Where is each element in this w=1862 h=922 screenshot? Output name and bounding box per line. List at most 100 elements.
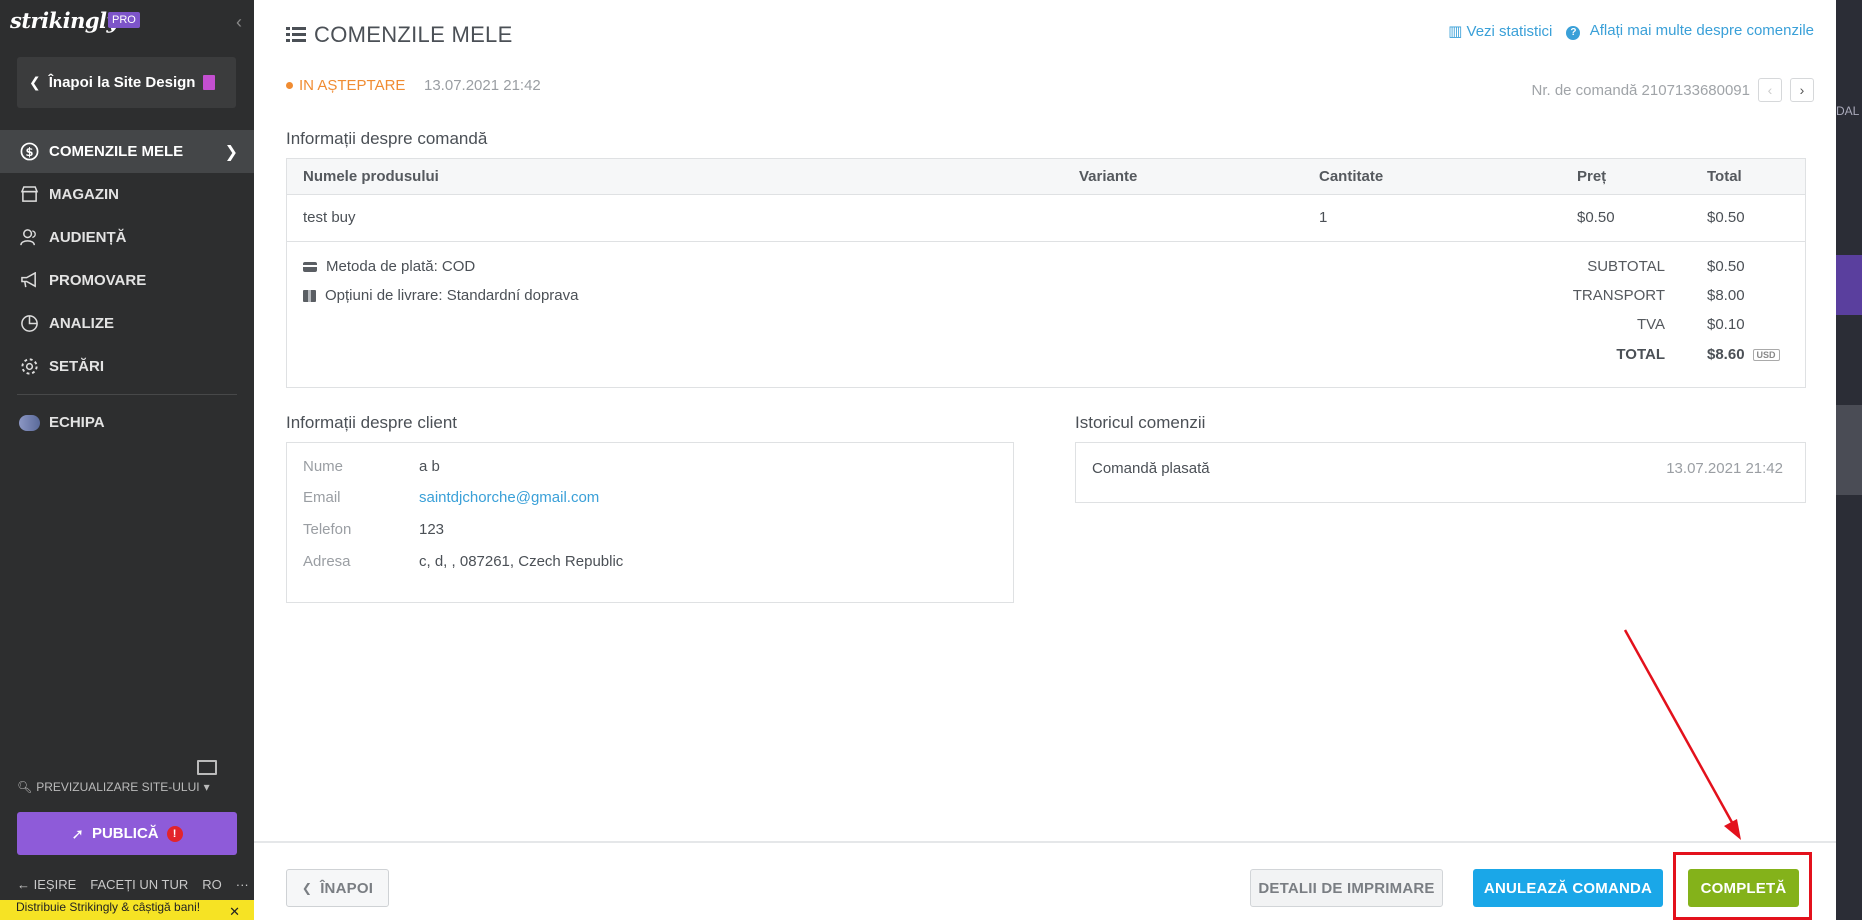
referral-promo-bar[interactable]: Distribuie Strikingly & câștigă bani! ✕ xyxy=(0,900,254,920)
order-history-card: Comandă plasată 13.07.2021 21:42 xyxy=(1075,442,1806,503)
collapse-sidebar-icon[interactable]: ‹ xyxy=(236,12,242,33)
background-band xyxy=(1836,255,1862,315)
sidebar-item-orders[interactable]: $ COMENZILE MELE ❯ xyxy=(0,130,254,173)
transport-label: TRANSPORT xyxy=(1572,287,1665,304)
sidebar-item-label: AUDIENȚĂ xyxy=(49,229,127,246)
language-selector[interactable]: RO xyxy=(202,877,222,892)
email-link[interactable]: saintdjchorche@gmail.com xyxy=(419,489,599,506)
search-icon: 🔍︎ xyxy=(17,780,33,794)
background-text: DAL xyxy=(1836,104,1860,118)
more-menu-icon[interactable]: ··· xyxy=(236,877,249,892)
pie-chart-icon xyxy=(19,313,40,334)
back-button[interactable]: ❮ ÎNAPOI xyxy=(286,869,389,907)
order-history-title: Istoricul comenzii xyxy=(1075,413,1206,432)
client-info-title: Informații despre client xyxy=(286,413,458,432)
back-to-site-design-button[interactable]: ❮ Înapoi la Site Design xyxy=(17,57,236,108)
client-field-address: Adresa c, d, , 087261, Czech Republic xyxy=(303,553,623,570)
currency-badge: USD xyxy=(1752,349,1780,362)
learn-more-label: Aflați mai multe despre comenzile xyxy=(1589,22,1814,40)
sidebar-item-audience[interactable]: AUDIENȚĂ xyxy=(0,216,254,259)
tax-label: TVA xyxy=(1636,316,1665,333)
sidebar-divider xyxy=(17,394,237,395)
print-details-button[interactable]: DETALII DE IMPRIMARE xyxy=(1250,869,1443,907)
sidebar-item-promotion[interactable]: PROMOVARE xyxy=(0,259,254,302)
table-header: Numele produsului Variante Cantitate Pre… xyxy=(287,159,1805,195)
order-summary: Metoda de plată: COD Opțiuni de livrare:… xyxy=(287,242,1805,388)
product-quantity: 1 xyxy=(1319,209,1328,226)
action-bar: ❮ ÎNAPOI DETALII DE IMPRIMARE ANULEAZĂ C… xyxy=(254,841,1836,922)
next-order-button[interactable]: › xyxy=(1790,78,1814,102)
gear-icon xyxy=(19,356,40,377)
field-label: Adresa xyxy=(303,553,351,570)
back-to-site-design-label: Înapoi la Site Design xyxy=(48,74,196,91)
view-statistics-label: Vezi statistici xyxy=(1466,23,1553,40)
learn-more-link[interactable]: ? Aflați mai multe despre comenzile xyxy=(1566,22,1814,40)
desktop-preview-icon[interactable] xyxy=(197,760,217,775)
sidebar-item-label: ECHIPA xyxy=(49,414,105,431)
order-number-nav: Nr. de comandă 2107133680091 ‹ › xyxy=(1531,78,1814,102)
order-date: 13.07.2021 21:42 xyxy=(424,77,541,94)
promo-text: Distribuie Strikingly & câștigă bani! xyxy=(16,900,201,914)
publish-button[interactable]: ➚ PUBLICĂ ! xyxy=(17,812,237,855)
page-title-text: COMENZILE MELE xyxy=(314,22,513,47)
cancel-order-button[interactable]: ANULEAZĂ COMANDA xyxy=(1473,869,1663,907)
previous-order-button[interactable]: ‹ xyxy=(1758,78,1782,102)
field-label: Email xyxy=(303,489,341,506)
product-price: $0.50 xyxy=(1577,209,1615,226)
strikingly-logo[interactable]: strikingly xyxy=(10,8,119,33)
highlight-box xyxy=(1673,852,1812,920)
field-value: a b xyxy=(419,458,440,475)
total-amount: $8.60 xyxy=(1707,346,1745,363)
status-dot-icon xyxy=(286,82,293,89)
bar-chart-icon: ▥ xyxy=(1448,23,1463,40)
column-header: Cantitate xyxy=(1319,168,1384,185)
close-icon[interactable]: ✕ xyxy=(229,904,240,920)
site-preview-selector[interactable]: 🔍︎ PREVIZUALIZARE SITE-ULUI ▾ xyxy=(17,780,210,794)
caret-down-icon: ▾ xyxy=(203,780,210,794)
table-row: test buy 1 $0.50 $0.50 xyxy=(287,195,1805,242)
client-field-name: Nume a b xyxy=(303,458,440,475)
subtotal-label: SUBTOTAL xyxy=(1587,258,1665,275)
total-label: TOTAL xyxy=(1616,346,1665,363)
client-field-email: Email saintdjchorche@gmail.com xyxy=(303,489,599,506)
column-header: Total xyxy=(1707,168,1742,185)
field-label: Nume xyxy=(303,458,344,475)
sidebar-nav: $ COMENZILE MELE ❯ MAGAZIN AUDIENȚĂ PROM… xyxy=(0,130,254,444)
sidebar-item-analytics[interactable]: ANALIZE xyxy=(0,302,254,345)
payment-method-text: Metoda de plată: COD xyxy=(326,258,476,275)
chevron-right-icon: ❯ xyxy=(224,143,238,161)
exit-label: IEȘIRE xyxy=(33,877,77,892)
page-title: COMENZILE MELE xyxy=(286,22,513,48)
payment-method: Metoda de plată: COD xyxy=(303,258,475,275)
sidebar-item-label: SETĂRI xyxy=(49,358,105,375)
book-icon xyxy=(203,75,216,90)
view-statistics-link[interactable]: ▥ Vezi statistici xyxy=(1448,22,1552,40)
tour-link[interactable]: FACEȚI UN TUR xyxy=(90,877,188,892)
sidebar-footer: ← IEȘIRE FACEȚI UN TUR RO ··· xyxy=(17,877,249,892)
sidebar-item-team[interactable]: ECHIPA xyxy=(0,401,254,444)
history-event: Comandă plasată xyxy=(1092,460,1210,477)
background-band xyxy=(1836,405,1862,495)
order-info-title: Informații despre comandă xyxy=(286,129,488,148)
tax-value: $0.10 xyxy=(1707,316,1745,333)
chevron-left-icon: ❮ xyxy=(301,881,313,895)
column-header: Variante xyxy=(1079,168,1138,185)
sidebar-item-settings[interactable]: SETĂRI xyxy=(0,345,254,388)
audience-icon xyxy=(19,227,40,248)
dollar-circle-icon: $ xyxy=(19,141,40,162)
megaphone-icon xyxy=(19,270,40,291)
exit-link[interactable]: ← IEȘIRE xyxy=(17,877,76,892)
chevron-left-icon: ❮ xyxy=(29,74,41,90)
sidebar-item-label: ANALIZE xyxy=(49,315,114,332)
sidebar-item-label: MAGAZIN xyxy=(49,186,119,203)
publish-label: PUBLICĂ xyxy=(91,825,159,842)
field-value: 123 xyxy=(419,521,445,538)
background-page-strip: DAL xyxy=(1836,0,1862,920)
client-field-phone: Telefon 123 xyxy=(303,521,444,538)
list-icon xyxy=(286,27,306,43)
publish-alert-badge: ! xyxy=(166,825,183,842)
team-avatar-icon xyxy=(19,412,40,433)
transport-value: $8.00 xyxy=(1707,287,1745,304)
package-icon xyxy=(303,289,316,302)
sidebar-item-store[interactable]: MAGAZIN xyxy=(0,173,254,216)
